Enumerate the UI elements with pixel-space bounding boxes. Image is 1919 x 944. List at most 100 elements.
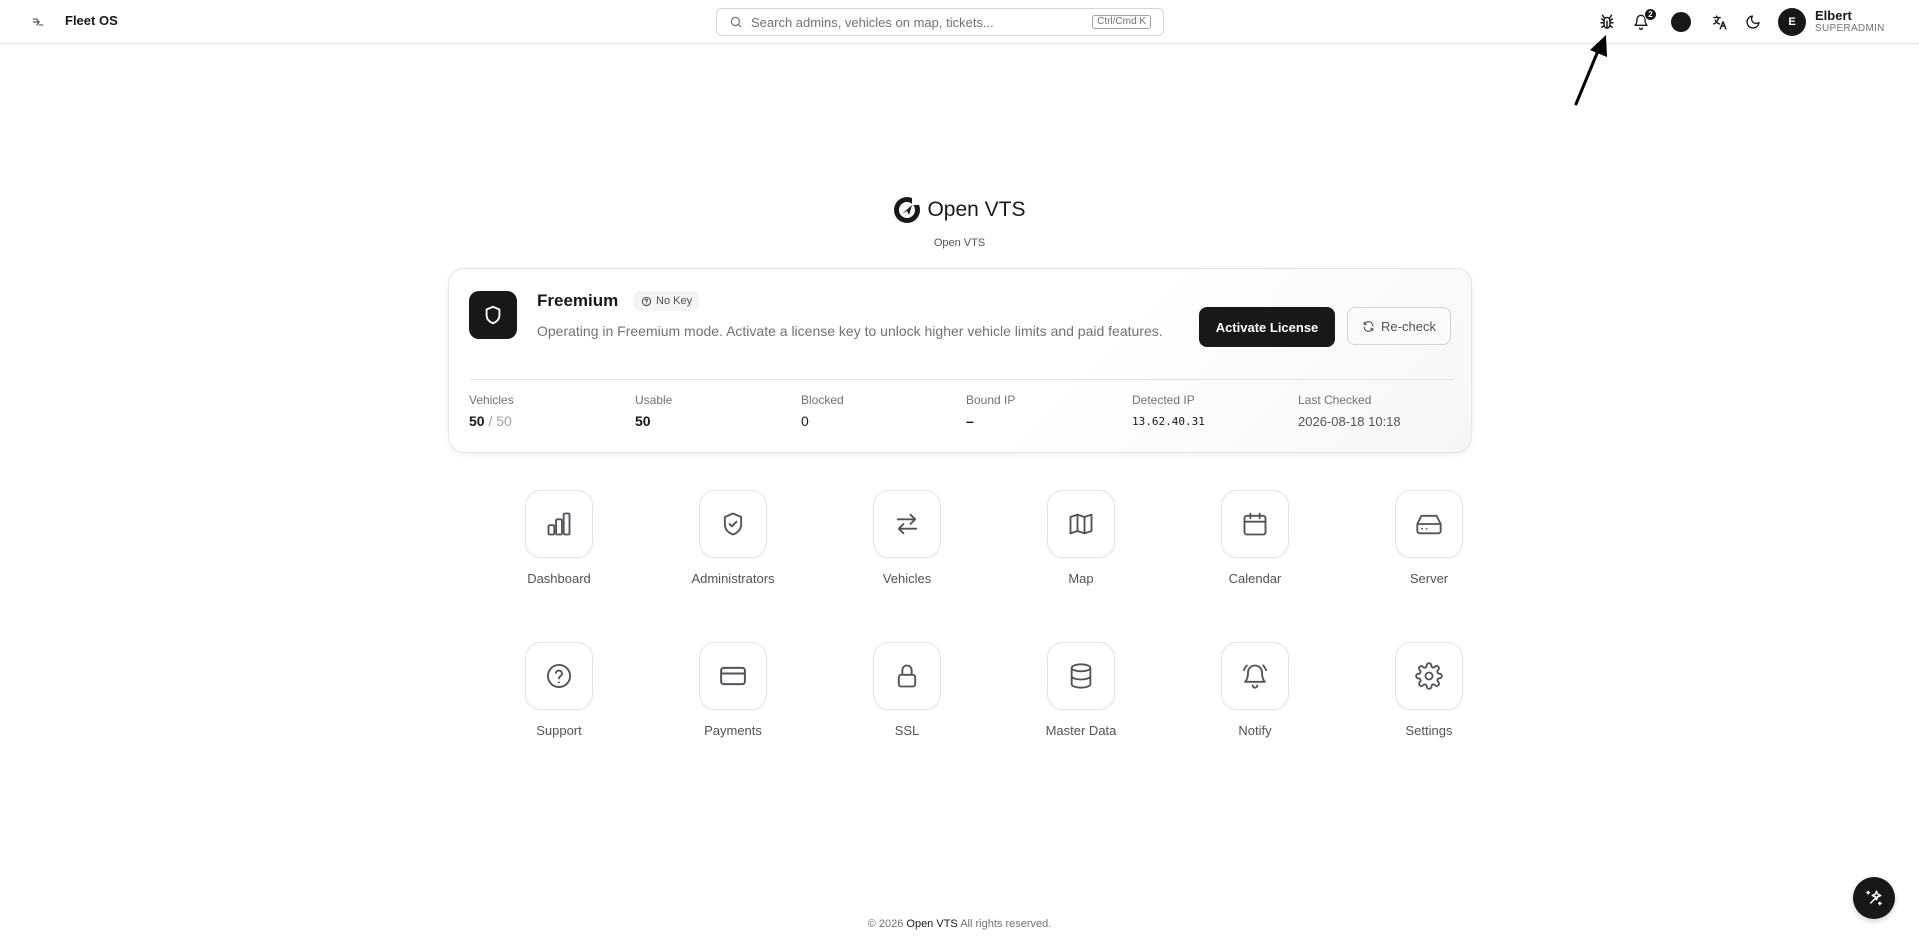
tile-master-data[interactable]: Master Data: [1012, 642, 1152, 742]
tile-label: Payments: [704, 723, 762, 738]
top-bar: Fleet OS Search admins, vehicles on map,…: [0, 0, 1919, 44]
card-divider: [469, 379, 1453, 380]
vehicles-used: 50: [469, 413, 485, 429]
stat-label: Bound IP: [966, 393, 1016, 407]
license-shield: [469, 291, 517, 339]
user-role: SUPERADMIN: [1815, 23, 1885, 34]
footer-rights: All rights reserved.: [960, 918, 1052, 930]
tile-label: Dashboard: [527, 571, 591, 586]
moon-icon: [1745, 14, 1761, 30]
lock-icon: [873, 642, 941, 710]
stat-label: Blocked: [801, 393, 844, 407]
stat-blocked: Blocked 0: [801, 393, 961, 429]
footer: © 2026 Open VTS All rights reserved.: [0, 918, 1919, 930]
tile-label: Server: [1409, 571, 1449, 586]
logo-subtitle: Open VTS: [933, 237, 986, 249]
database-icon: [1047, 642, 1115, 710]
stat-value: 0: [801, 413, 809, 429]
recheck-label: Re-check: [1381, 318, 1436, 334]
shield-check-icon: [699, 490, 767, 558]
bell-ring-icon: [1221, 642, 1289, 710]
tile-support[interactable]: Support: [490, 642, 630, 742]
help-circle-icon: [525, 642, 593, 710]
ai-assistant-button[interactable]: [1853, 877, 1895, 919]
language-button[interactable]: [1708, 11, 1730, 33]
map-icon: [1047, 490, 1115, 558]
stat-value: 2026-08-18 10:18: [1298, 414, 1401, 429]
search-icon: [729, 15, 743, 29]
calendar-icon: [1221, 490, 1289, 558]
tile-ssl[interactable]: SSL: [838, 642, 978, 742]
tile-label: Calendar: [1228, 571, 1282, 586]
avatar[interactable]: E: [1778, 8, 1806, 36]
activate-license-button[interactable]: Activate License: [1199, 307, 1335, 347]
tile-server[interactable]: Server: [1360, 490, 1500, 590]
tile-label: Notify: [1238, 723, 1272, 738]
help-circle-icon: [641, 296, 652, 307]
gear-icon: [1395, 642, 1463, 710]
open-vts-logo-icon: [894, 197, 922, 223]
search-shortcut-hint: Ctrl/Cmd K: [1092, 15, 1151, 29]
stat-usable: Usable 50: [635, 393, 795, 429]
color-dot-icon: [1671, 12, 1691, 32]
shield-icon: [485, 305, 501, 325]
stat-label: Vehicles: [469, 393, 514, 407]
license-status-text: No Key: [656, 295, 693, 307]
stat-label: Usable: [635, 393, 673, 407]
brand-logo: Open VTS: [0, 196, 1919, 224]
bug-report-button[interactable]: [1596, 11, 1618, 33]
notification-count-badge: 2: [1644, 8, 1657, 21]
stat-value: –: [966, 413, 974, 429]
footer-brand-link[interactable]: Open VTS: [906, 918, 957, 930]
stat-label: Detected IP: [1132, 393, 1195, 407]
tile-label: Settings: [1405, 723, 1453, 738]
vehicles-total: / 50: [488, 413, 512, 429]
annotation-arrow: [1574, 35, 1607, 106]
dark-mode-button[interactable]: [1742, 11, 1764, 33]
tile-label: Master Data: [1045, 723, 1117, 738]
refresh-icon: [1362, 320, 1375, 333]
license-description: Operating in Freemium mode. Activate a l…: [537, 323, 1163, 339]
stat-vehicles: Vehicles 50 / 50: [469, 393, 629, 429]
tile-map[interactable]: Map: [1012, 490, 1152, 590]
sidebar-toggle-icon[interactable]: [28, 12, 48, 32]
stat-last-checked: Last Checked 2026-08-18 10:18: [1298, 393, 1458, 429]
bar-chart-icon: [525, 490, 593, 558]
tile-label: Support: [536, 723, 582, 738]
user-name[interactable]: Elbert: [1815, 8, 1852, 23]
stat-value: 50 / 50: [469, 413, 629, 429]
bug-icon: [1598, 13, 1616, 31]
tile-dashboard[interactable]: Dashboard: [490, 490, 630, 590]
stat-detected-ip: Detected IP 13.62.40.31: [1132, 393, 1292, 428]
hard-drive-icon: [1395, 490, 1463, 558]
license-status-badge: No Key: [634, 291, 700, 311]
recheck-button[interactable]: Re-check: [1347, 307, 1451, 345]
logo-title: Open VTS: [927, 198, 1026, 221]
tile-label: Vehicles: [882, 571, 932, 586]
search-bar[interactable]: Search admins, vehicles on map, tickets.…: [716, 8, 1164, 36]
license-card: Freemium No Key Operating in Freemium mo…: [448, 268, 1472, 453]
tile-label: SSL: [894, 723, 920, 738]
sparkles-icon: [1866, 890, 1882, 906]
tile-vehicles[interactable]: Vehicles: [838, 490, 978, 590]
translate-icon: [1711, 14, 1728, 31]
tile-calendar[interactable]: Calendar: [1186, 490, 1326, 590]
stat-value: 50: [635, 413, 651, 429]
tile-payments[interactable]: Payments: [664, 642, 804, 742]
credit-card-icon: [699, 642, 767, 710]
arrows-left-right-icon: [873, 490, 941, 558]
notifications-button[interactable]: 2: [1630, 8, 1657, 33]
tile-notify[interactable]: Notify: [1186, 642, 1326, 742]
search-placeholder: Search admins, vehicles on map, tickets.…: [751, 14, 994, 30]
stat-bound-ip: Bound IP –: [966, 393, 1126, 429]
footer-copyright: © 2026: [867, 918, 904, 930]
stat-value: 13.62.40.31: [1132, 415, 1205, 428]
license-plan-title: Freemium: [537, 291, 619, 310]
brand-name[interactable]: Fleet OS: [65, 13, 118, 28]
stat-label: Last Checked: [1298, 393, 1372, 407]
theme-color-button[interactable]: [1670, 11, 1692, 33]
tile-administrators[interactable]: Administrators: [664, 490, 804, 590]
tile-label: Map: [1068, 571, 1094, 586]
tile-settings[interactable]: Settings: [1360, 642, 1500, 742]
tile-label: Administrators: [691, 571, 775, 586]
